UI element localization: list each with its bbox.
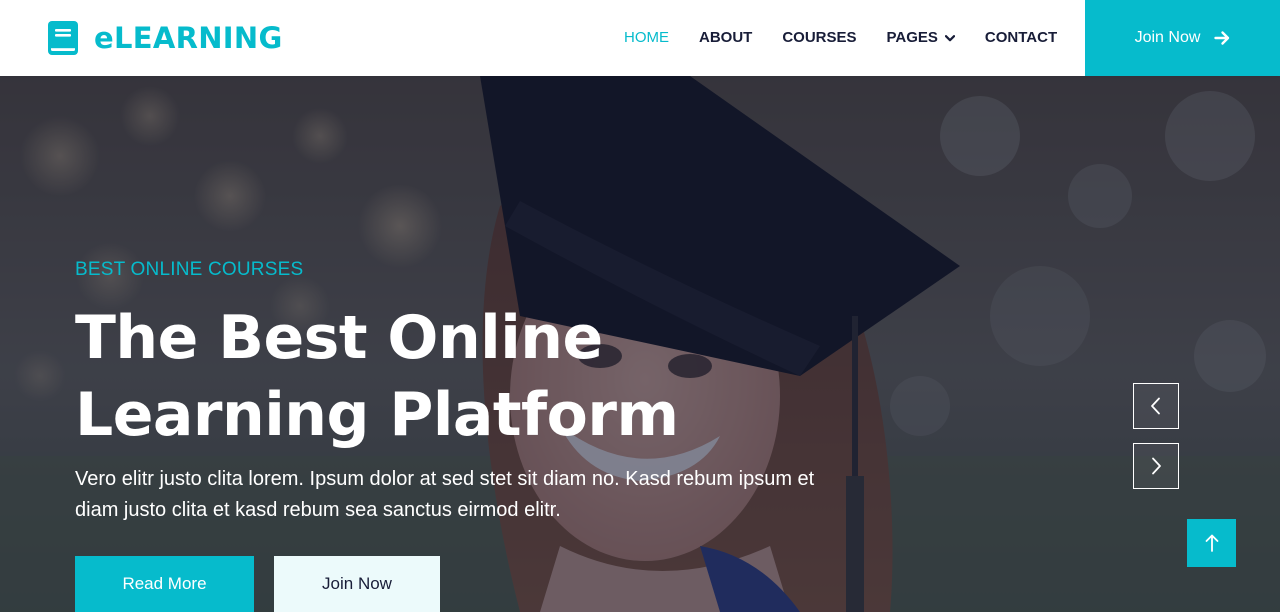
chevron-down-icon xyxy=(944,34,955,41)
arrow-up-icon xyxy=(1205,534,1218,552)
arrow-right-icon xyxy=(1214,31,1230,45)
nav-pages-label: PAGES xyxy=(886,29,938,46)
hero-description: Vero elitr justo clita lorem. Ipsum dolo… xyxy=(75,468,815,521)
brand-logo[interactable]: eLEARNING xyxy=(48,18,283,58)
nav-about[interactable]: ABOUT xyxy=(699,0,752,76)
hero-content: BEST ONLINE COURSES The Best Online Lear… xyxy=(75,258,835,526)
join-now-button[interactable]: Join Now xyxy=(1085,0,1280,76)
nav-home[interactable]: HOME xyxy=(624,0,669,76)
main-nav: HOME ABOUT COURSES PAGES CONTACT xyxy=(624,0,1087,76)
join-now-label: Join Now xyxy=(1134,29,1201,46)
chevron-right-icon xyxy=(1152,457,1161,475)
hero-eyebrow: BEST ONLINE COURSES xyxy=(75,259,304,280)
nav-courses[interactable]: COURSES xyxy=(782,0,856,76)
hero-join-now-button[interactable]: Join Now xyxy=(274,556,440,612)
nav-pages[interactable]: PAGES xyxy=(887,0,955,76)
nav-contact[interactable]: CONTACT xyxy=(985,0,1057,76)
brand-name: eLEARNING xyxy=(94,21,283,55)
navbar: eLEARNING HOME ABOUT COURSES PAGES CONTA… xyxy=(0,0,1280,76)
hero-title-line1: The Best Online xyxy=(75,303,603,373)
back-to-top-button[interactable] xyxy=(1187,519,1236,567)
hero-carousel: BEST ONLINE COURSES The Best Online Lear… xyxy=(0,76,1280,612)
hero-buttons: Read More Join Now xyxy=(75,556,440,612)
carousel-prev-button[interactable] xyxy=(1133,383,1179,429)
read-more-button[interactable]: Read More xyxy=(75,556,254,612)
hero-title: The Best Online Learning Platform xyxy=(75,300,775,454)
chevron-left-icon xyxy=(1151,397,1160,415)
hero-title-line2: Learning Platform xyxy=(75,380,679,450)
book-icon xyxy=(48,21,78,55)
carousel-next-button[interactable] xyxy=(1133,443,1179,489)
